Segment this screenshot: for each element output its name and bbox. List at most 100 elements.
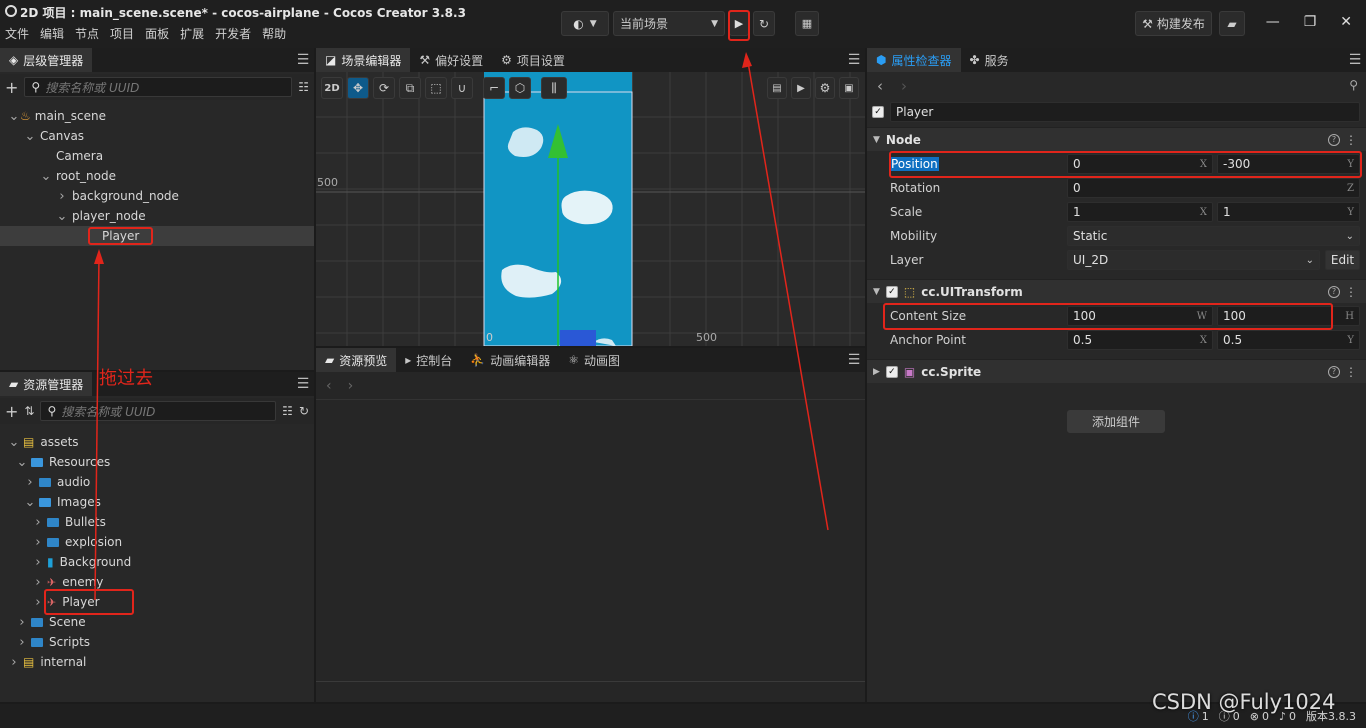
asset-item[interactable]: ⌄ Resources [0, 452, 314, 472]
chevron-right-icon[interactable]: › [16, 615, 28, 630]
chevron-down-icon[interactable]: ⌄ [56, 209, 68, 224]
menu-icon[interactable]: ☰ [292, 372, 314, 396]
refresh-button[interactable]: ↻ [753, 11, 775, 36]
asset-item[interactable]: › ✈ Player [0, 589, 314, 615]
forward-icon[interactable]: › [348, 378, 354, 394]
forward-icon[interactable]: › [901, 77, 907, 95]
menu-icon[interactable]: ☰ [843, 348, 865, 372]
asset-item[interactable]: › ▤ internal [0, 652, 314, 672]
menu-icon[interactable]: ☰ [843, 48, 865, 72]
qrcode-button[interactable]: ▦ [795, 11, 819, 36]
chevron-down-icon[interactable]: ⌄ [8, 435, 20, 450]
menu-item[interactable]: 扩展 [180, 25, 204, 42]
asset-item[interactable]: › Bullets [0, 512, 314, 532]
scene-select[interactable]: 当前场景 ▼ [613, 11, 725, 36]
back-icon[interactable]: ‹ [326, 378, 332, 394]
coord-button[interactable]: ⬡ [509, 77, 531, 99]
tab-project-settings[interactable]: ⚙ 项目设置 [492, 48, 574, 72]
snap-tool-button[interactable]: ∪ [451, 77, 473, 99]
sort-icon[interactable]: ☷ [282, 404, 293, 418]
layer-edit-button[interactable]: Edit [1325, 250, 1360, 270]
asset-item[interactable]: ⌄ Images [0, 492, 314, 512]
chevron-down-icon[interactable]: ⌄ [40, 169, 52, 184]
align-button[interactable]: ⫼ [541, 77, 567, 99]
tab-preferences[interactable]: ⚒ 偏好设置 [410, 48, 492, 72]
chevron-right-icon[interactable]: › [56, 189, 68, 204]
sort-icon[interactable]: ☷ [298, 80, 309, 94]
add-component-button[interactable]: 添加组件 [1067, 410, 1165, 433]
hierarchy-node[interactable]: Player [0, 226, 314, 246]
build-button[interactable]: ⚒ 构建发布 [1135, 11, 1212, 36]
chevron-right-icon[interactable]: › [32, 515, 44, 530]
hierarchy-node[interactable]: ⌄ root_node [0, 166, 314, 186]
platform-select[interactable]: ◐ ▼ [561, 11, 609, 36]
chevron-right-icon[interactable]: › [24, 475, 36, 490]
grid-toggle-button[interactable]: ▤ [767, 77, 787, 99]
help-icon[interactable]: ? [1328, 285, 1340, 298]
tab-animation-graph[interactable]: ⚛ 动画图 [559, 348, 629, 372]
menu-item[interactable]: 编辑 [40, 25, 64, 42]
chevron-right-icon[interactable]: › [16, 635, 28, 650]
tab-assets[interactable]: ▰ 资源管理器 [0, 372, 93, 396]
play-button[interactable]: ▶ [728, 10, 750, 41]
image-button[interactable]: ▣ [839, 77, 859, 99]
node-active-checkbox[interactable]: ✓ [872, 106, 884, 118]
sprite-section-header[interactable]: ▶ ✓ ▣ cc.Sprite ? ⋮ [867, 359, 1366, 383]
chevron-down-icon[interactable]: ⌄ [24, 495, 36, 510]
camera-button[interactable]: ▶ [791, 77, 811, 99]
back-icon[interactable]: ‹ [877, 77, 883, 95]
tab-inspector[interactable]: ⬢ 属性检查器 [867, 48, 961, 72]
menu-item[interactable]: 文件 [5, 25, 29, 42]
hierarchy-node[interactable]: Camera [0, 146, 314, 166]
tab-scene-editor[interactable]: ◪ 场景编辑器 [316, 48, 411, 72]
help-icon[interactable]: ? [1328, 133, 1340, 146]
assets-search-input[interactable]: ⚲ 搜索名称或 UUID [40, 401, 277, 421]
scale-y-input[interactable]: 1 Y [1217, 202, 1360, 222]
sort-order-icon[interactable]: ⇅ [24, 404, 34, 418]
chevron-right-icon[interactable]: › [32, 575, 44, 590]
tab-hierarchy[interactable]: ◈ 层级管理器 [0, 48, 93, 72]
menu-item[interactable]: 面板 [145, 25, 169, 42]
refresh-icon[interactable]: ↻ [299, 404, 309, 418]
chevron-right-icon[interactable]: › [32, 555, 44, 570]
hierarchy-node[interactable]: › background_node [0, 186, 314, 206]
chevron-down-icon[interactable]: ⌄ [8, 109, 20, 124]
chevron-down-icon[interactable]: ⌄ [16, 455, 28, 470]
asset-item[interactable]: ⌄ ▤ assets [0, 432, 314, 452]
chevron-down-icon[interactable]: ⌄ [24, 129, 36, 144]
hierarchy-search-input[interactable]: ⚲ 搜索名称或 UUID [24, 77, 293, 97]
scale-x-input[interactable]: 1 X [1067, 202, 1213, 222]
menu-item[interactable]: 开发者 [215, 25, 251, 42]
close-icon[interactable]: ✕ [1340, 14, 1352, 30]
anchor-y-input[interactable]: 0.5 Y [1217, 330, 1360, 350]
minimize-icon[interactable]: — [1266, 14, 1280, 30]
scene-viewport[interactable]: 500 0 500 2D ✥ ⟳ ⧉ ⬚ ∪ ⌐ ⬡ ⫼ ▤ ▶ ⚙ ▣ [316, 72, 865, 346]
more-icon[interactable]: ⋮ [1345, 133, 1357, 147]
node-section-header[interactable]: ▼ Node ? ⋮ [867, 127, 1366, 151]
chevron-right-icon[interactable]: › [32, 535, 44, 550]
component-enabled-checkbox[interactable]: ✓ [885, 285, 898, 298]
node-name-input[interactable]: Player [890, 102, 1360, 122]
tab-asset-preview[interactable]: ▰ 资源预览 [316, 348, 397, 372]
rotate-tool-button[interactable]: ⟳ [373, 77, 395, 99]
asset-item[interactable]: › Scene [0, 612, 314, 632]
pivot-button[interactable]: ⌐ [483, 77, 505, 99]
asset-item[interactable]: › ▮ Background [0, 552, 314, 572]
uitransform-section-header[interactable]: ▼ ✓ ⬚ cc.UITransform ? ⋮ [867, 279, 1366, 303]
menu-icon[interactable]: ☰ [292, 48, 314, 72]
chevron-right-icon[interactable]: › [32, 595, 44, 610]
settings-button[interactable]: ⚙ [815, 77, 835, 99]
rect-tool-button[interactable]: ⬚ [425, 77, 447, 99]
move-tool-button[interactable]: ✥ [347, 77, 369, 99]
add-icon[interactable]: + [5, 402, 18, 421]
rotation-z-input[interactable]: 0 Z [1067, 178, 1360, 198]
menu-item[interactable]: 帮助 [262, 25, 286, 42]
tab-console[interactable]: ▸ 控制台 [396, 348, 461, 372]
open-folder-button[interactable]: ▰ [1219, 11, 1245, 36]
mode-2d-button[interactable]: 2D [321, 77, 343, 99]
more-icon[interactable]: ⋮ [1345, 365, 1357, 379]
component-enabled-checkbox[interactable]: ✓ [885, 365, 898, 378]
asset-item[interactable]: › Scripts [0, 632, 314, 652]
menu-icon[interactable]: ☰ [1344, 48, 1366, 72]
maximize-icon[interactable]: ❐ [1304, 14, 1317, 30]
